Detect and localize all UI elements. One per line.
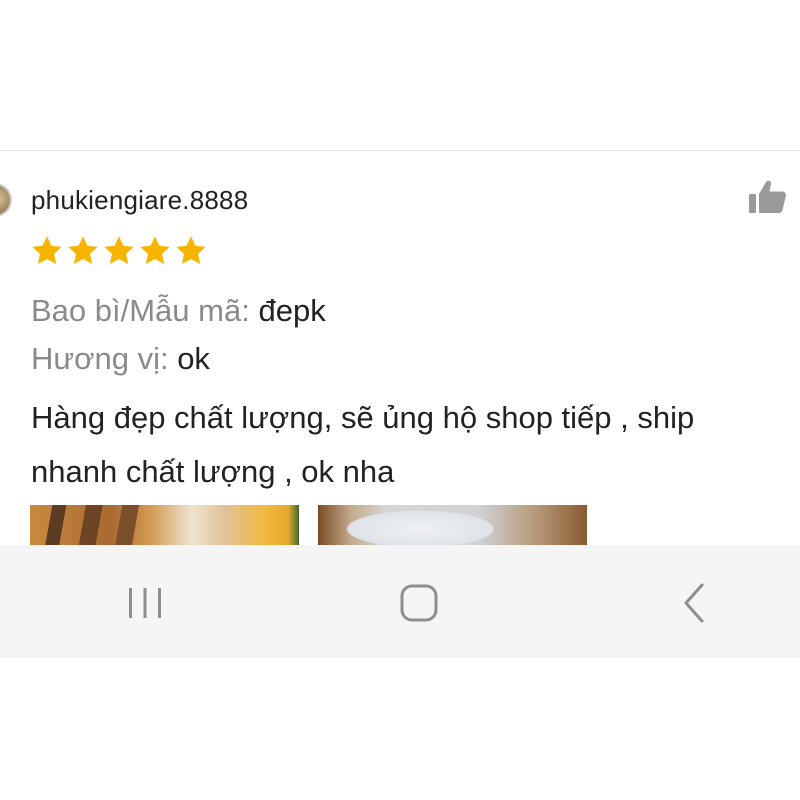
review-photo-2[interactable] — [318, 505, 587, 545]
review-comment-line: Hàng đẹp chất lượng, sẽ ủng hộ shop tiếp… — [31, 400, 695, 435]
review-card: phukiengiare.8888 Bao bì/Mẫu mã: đepk Hư… — [0, 151, 800, 545]
star-icon — [104, 236, 134, 265]
recents-icon[interactable] — [120, 578, 170, 628]
star-icon — [140, 236, 170, 265]
star-rating — [29, 233, 209, 269]
review-username[interactable]: phukiengiare.8888 — [31, 185, 248, 216]
star-icon — [32, 236, 62, 265]
back-icon[interactable] — [670, 578, 720, 628]
review-photo-1[interactable] — [30, 505, 299, 545]
attribute-packaging: Bao bì/Mẫu mã: đepk — [31, 293, 326, 329]
home-icon[interactable] — [394, 578, 444, 628]
attribute-value: đepk — [258, 293, 326, 328]
attribute-label: Bao bì/Mẫu mã: — [31, 293, 250, 328]
review-comment: Hàng đẹp chất lượng, sẽ ủng hộ shop tiếp… — [31, 391, 800, 499]
avatar[interactable] — [0, 183, 12, 217]
review-comment-line: nhanh chất lượng , ok nha — [31, 454, 395, 489]
thumbs-up-icon[interactable] — [748, 179, 788, 215]
android-navigation-bar — [0, 545, 800, 658]
star-icon — [68, 236, 98, 265]
attribute-label: Hương vị: — [31, 341, 169, 376]
attribute-value: ok — [177, 341, 210, 376]
star-icon — [176, 236, 206, 265]
attribute-flavor: Hương vị: ok — [31, 341, 210, 377]
